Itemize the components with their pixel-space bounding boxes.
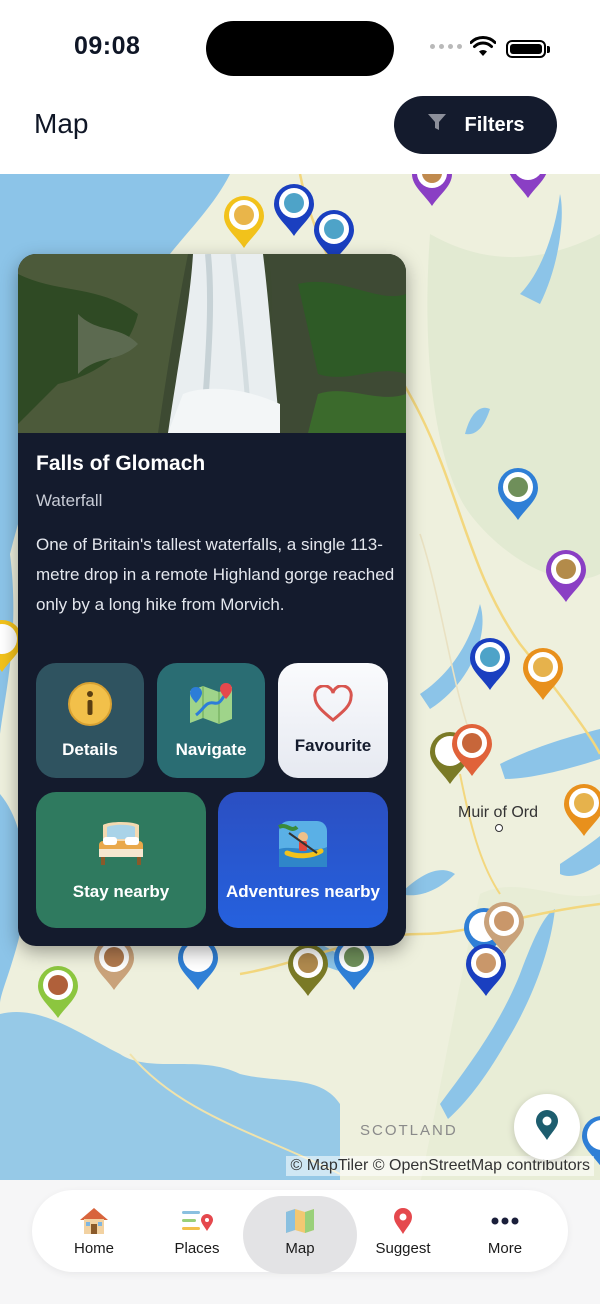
home-icon	[78, 1206, 110, 1236]
funnel-icon	[426, 111, 448, 139]
map-pin-waterfall[interactable]	[496, 466, 540, 522]
details-button[interactable]: Details	[36, 663, 144, 778]
place-name: Falls of Glomach	[36, 452, 206, 475]
map-pin-desert[interactable]	[521, 646, 565, 702]
tab-suggest-label: Suggest	[375, 1239, 431, 1257]
place-card[interactable]: Falls of Glomach Waterfall One of Britai…	[18, 254, 406, 946]
map-pin-desert[interactable]	[562, 782, 600, 838]
favourite-button[interactable]: Favourite	[278, 663, 388, 778]
town-marker	[495, 824, 503, 832]
map-pin-lake[interactable]	[464, 942, 508, 998]
place-description: One of Britain's tallest waterfalls, a s…	[36, 535, 395, 614]
favourite-label: Favourite	[294, 736, 372, 755]
wifi-icon	[469, 36, 497, 63]
bottom-tab-area: Home Places Map Suggest More	[0, 1180, 600, 1304]
battery-icon	[506, 40, 550, 58]
route-map-icon	[186, 681, 236, 732]
more-dots-icon	[490, 1206, 520, 1236]
map-pin-village[interactable]	[286, 942, 330, 998]
info-icon	[67, 681, 113, 732]
details-label: Details	[62, 740, 118, 759]
heart-icon	[312, 684, 354, 728]
map-pin-lake[interactable]	[272, 182, 316, 238]
tab-places[interactable]: Places	[147, 1190, 247, 1272]
tab-more-label: More	[487, 1239, 523, 1257]
map-pin-village[interactable]	[544, 548, 588, 604]
tab-home[interactable]: Home	[44, 1190, 144, 1272]
tab-map[interactable]: Map	[250, 1190, 350, 1272]
map-pin-village[interactable]	[450, 722, 494, 778]
locate-me-button[interactable]	[514, 1094, 580, 1160]
navigate-button[interactable]: Navigate	[157, 663, 265, 778]
stay-nearby-button[interactable]: Stay nearby	[36, 792, 206, 928]
town-label: Muir of Ord	[458, 804, 539, 821]
location-pin-icon	[534, 1109, 560, 1146]
tab-bar: Home Places Map Suggest More	[32, 1190, 568, 1274]
tab-map-label: Map	[285, 1239, 315, 1257]
map-pin-village[interactable]	[506, 174, 550, 200]
suggest-pin-icon	[392, 1206, 414, 1236]
stay-nearby-label: Stay nearby	[72, 881, 170, 901]
map-pin-village[interactable]	[410, 174, 454, 208]
dynamic-island	[206, 21, 394, 76]
tab-more[interactable]: More	[455, 1190, 555, 1272]
navigate-label: Navigate	[175, 740, 247, 759]
tab-home-label: Home	[73, 1239, 114, 1257]
bed-icon	[95, 819, 147, 874]
places-icon	[180, 1206, 214, 1236]
tab-suggest[interactable]: Suggest	[353, 1190, 453, 1272]
kayak-icon	[277, 819, 329, 874]
status-time: 09:08	[74, 32, 141, 60]
cellular-signal-icon	[430, 44, 462, 49]
page-title: Map	[34, 108, 89, 139]
region-label: SCOTLAND	[360, 1122, 458, 1139]
app-header: Map Filters	[0, 92, 600, 174]
adventures-nearby-label: Adventures nearby	[226, 881, 380, 901]
map-pin-lake[interactable]	[468, 636, 512, 692]
status-bar: 09:08	[0, 0, 600, 92]
map-pin-beach[interactable]	[222, 194, 266, 250]
map-icon	[284, 1206, 316, 1236]
filters-label: Filters	[464, 113, 525, 136]
adventures-nearby-button[interactable]: Adventures nearby	[218, 792, 388, 928]
tab-places-label: Places	[174, 1239, 220, 1257]
map-pin-wildlife[interactable]	[36, 964, 80, 1020]
filters-button[interactable]: Filters	[394, 96, 557, 154]
place-category: Waterfall	[36, 491, 103, 510]
place-photo	[18, 254, 406, 433]
